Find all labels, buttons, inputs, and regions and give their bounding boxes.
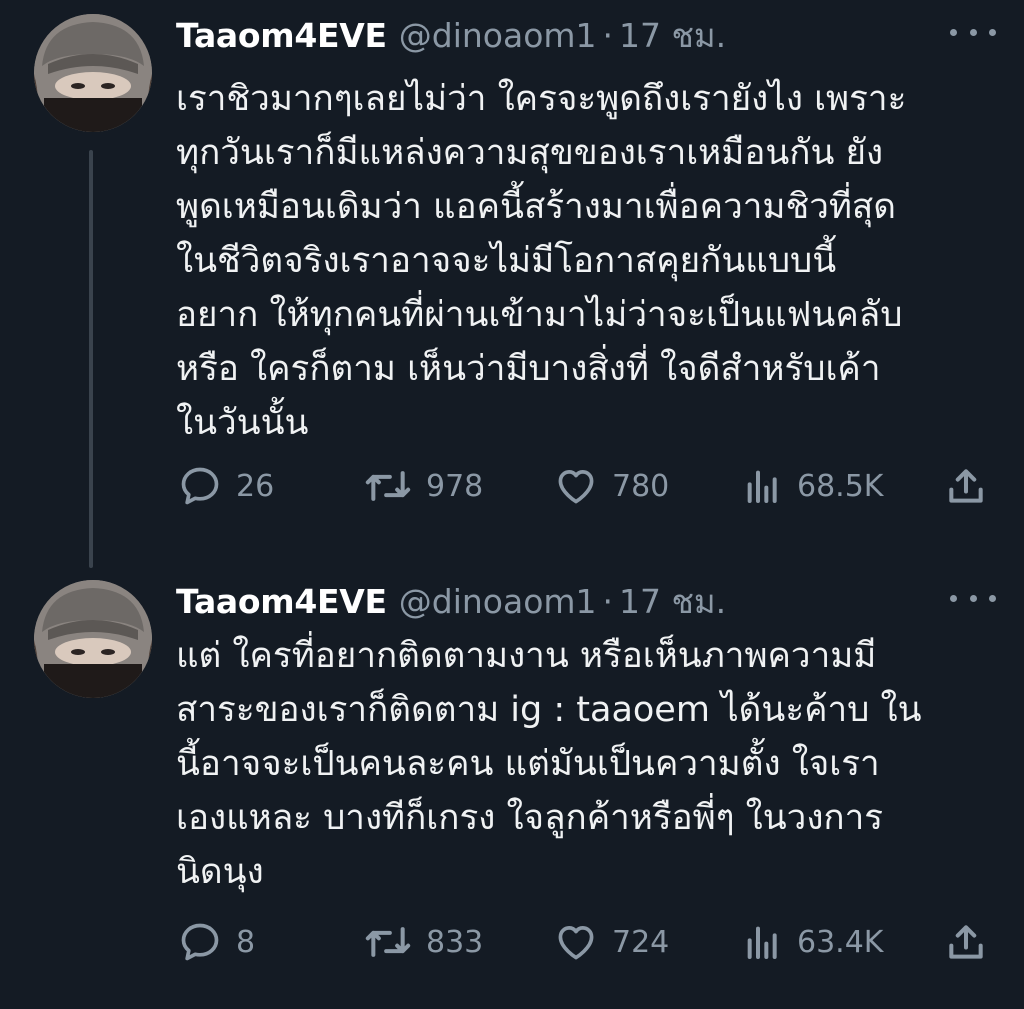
separator-dot: · bbox=[602, 581, 614, 621]
avatar[interactable] bbox=[34, 580, 152, 698]
reply-icon bbox=[181, 467, 219, 505]
views-icon bbox=[747, 926, 777, 959]
share-button[interactable] bbox=[944, 461, 988, 511]
tweet-text-line: นี้อาจจะเป็นคนละคน แต่มันเป็นความตั้ง ใจ… bbox=[176, 744, 880, 784]
tweet-text-line: หรือ ใครก็ตาม เห็นว่ามีบางสิ่งที่ ใจดีสำ… bbox=[176, 349, 881, 389]
timestamp[interactable]: 17 ชม. bbox=[619, 575, 726, 628]
like-button[interactable]: 724 bbox=[554, 917, 669, 967]
action-bar: 8 833 724 63.4K bbox=[176, 917, 996, 967]
tweet-text-line: ในวันนั้น bbox=[176, 403, 309, 443]
tweet-header: Taaom4EVE @dinoaom1 · 17 ชม. bbox=[176, 10, 726, 60]
views-button[interactable]: 63.4K bbox=[743, 917, 883, 967]
tweet-text-line: เองแหละ บางทีก็เกรง ใจลูกค้าหรือพี่ๆ ในว… bbox=[176, 798, 884, 838]
tweet-text: แต่ ใครที่อยากติดตามงาน หรือเห็นภาพความม… bbox=[176, 629, 996, 899]
separator-dot: · bbox=[602, 15, 614, 55]
retweet-icon bbox=[365, 927, 411, 957]
share-icon bbox=[949, 469, 983, 503]
tweet-2[interactable]: Taaom4EVE @dinoaom1 · 17 ชม. แต่ ใครที่อ… bbox=[0, 566, 1024, 1009]
user-handle[interactable]: @dinoaom1 bbox=[399, 582, 597, 621]
avatar-image bbox=[34, 580, 152, 698]
more-icon[interactable] bbox=[950, 22, 996, 42]
like-count: 780 bbox=[612, 468, 670, 504]
timestamp[interactable]: 17 ชม. bbox=[619, 9, 726, 62]
retweet-button[interactable]: 978 bbox=[364, 461, 483, 511]
views-button[interactable]: 68.5K bbox=[743, 461, 883, 511]
reply-button[interactable]: 8 bbox=[178, 917, 255, 967]
tweet-text-line: ทุกวันเราก็มีแหล่งความสุขของเราเหมือนกัน… bbox=[176, 133, 884, 173]
display-name[interactable]: Taaom4EVE bbox=[176, 582, 387, 621]
action-bar: 26 978 780 68.5K bbox=[176, 461, 996, 511]
views-count: 63.4K bbox=[797, 924, 884, 960]
tweet-1[interactable]: Taaom4EVE @dinoaom1 · 17 ชม. เราชิวมากๆเ… bbox=[0, 0, 1024, 570]
tweet-text-line: แต่ ใครที่อยากติดตามงาน หรือเห็นภาพความม… bbox=[176, 636, 877, 676]
more-icon[interactable] bbox=[950, 588, 996, 608]
like-count: 724 bbox=[612, 924, 670, 960]
reply-icon bbox=[181, 923, 219, 961]
retweet-icon bbox=[365, 471, 411, 501]
tweet-text: เราชิวมากๆเลยไม่ว่า ใครจะพูดถึงเรายังไง … bbox=[176, 72, 996, 450]
tweet-text-line: ในชีวิตจริงเราอาจจะไม่มีโอกาสคุยกันแบบนี… bbox=[176, 241, 837, 281]
tweet-text-line: เราชิวมากๆเลยไม่ว่า ใครจะพูดถึงเรายังไง … bbox=[176, 79, 907, 119]
retweet-button[interactable]: 833 bbox=[364, 917, 483, 967]
reply-count: 26 bbox=[236, 468, 275, 504]
tweet-text-line: นิดนุง bbox=[176, 852, 264, 892]
retweet-count: 978 bbox=[426, 468, 484, 504]
reply-count: 8 bbox=[236, 924, 256, 960]
tweet-text-line: อยาก ให้ทุกคนที่ผ่านเข้ามาไม่ว่าจะเป็นแฟ… bbox=[176, 295, 903, 335]
views-icon bbox=[747, 470, 777, 503]
heart-icon bbox=[558, 470, 594, 504]
avatar-image bbox=[34, 14, 152, 132]
reply-button[interactable]: 26 bbox=[178, 461, 274, 511]
heart-icon bbox=[558, 926, 594, 960]
avatar[interactable] bbox=[34, 14, 152, 132]
thread-line bbox=[89, 150, 93, 568]
retweet-count: 833 bbox=[426, 924, 484, 960]
share-button[interactable] bbox=[944, 917, 988, 967]
views-count: 68.5K bbox=[797, 468, 884, 504]
tweet-text-line: พูดเหมือนเดิมว่า แอคนี้สร้างมาเพื่อความช… bbox=[176, 187, 897, 227]
user-handle[interactable]: @dinoaom1 bbox=[399, 16, 597, 55]
tweet-header: Taaom4EVE @dinoaom1 · 17 ชม. bbox=[176, 576, 726, 626]
display-name[interactable]: Taaom4EVE bbox=[176, 16, 387, 55]
tweet-text-line: สาระของเราก็ติดตาม ig : taaoem ได้นะค้าบ… bbox=[176, 690, 922, 730]
like-button[interactable]: 780 bbox=[554, 461, 669, 511]
share-icon bbox=[949, 925, 983, 959]
